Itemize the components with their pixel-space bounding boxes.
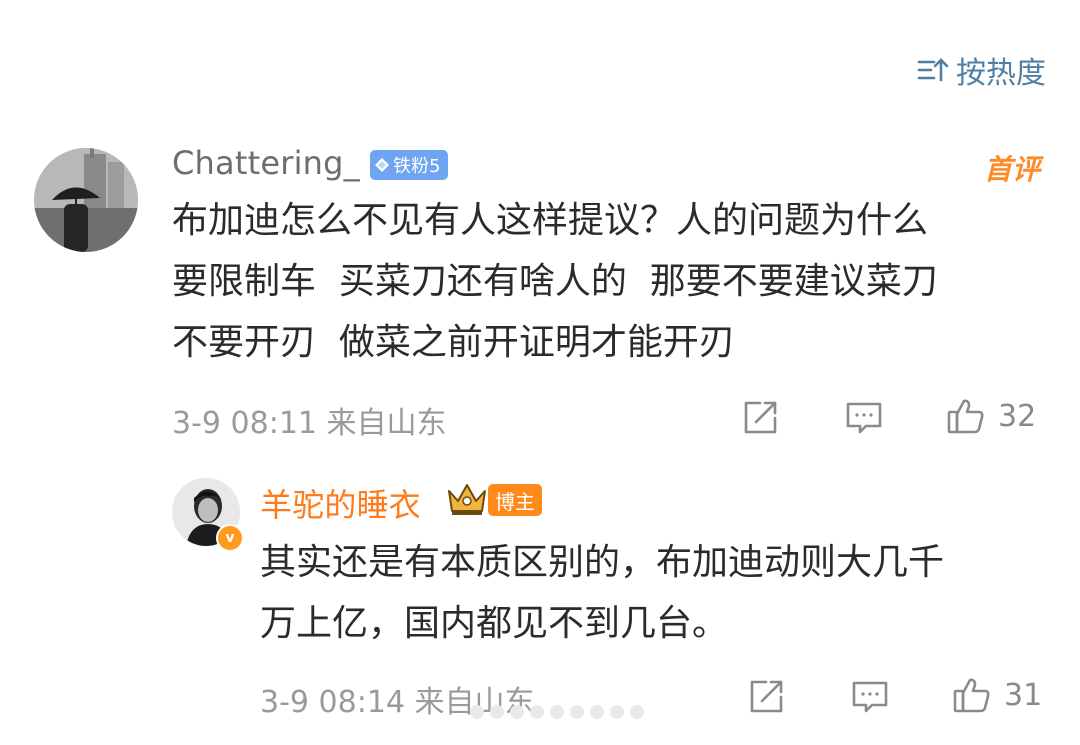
crown-icon <box>448 484 486 515</box>
comment-reply-button[interactable] <box>844 398 884 438</box>
watermark <box>470 705 644 719</box>
comment-icon <box>846 402 882 434</box>
verified-mark: v <box>225 530 235 546</box>
comment-icon <box>852 681 888 713</box>
comment-share-button[interactable] <box>740 398 780 438</box>
sort-by-hot-button[interactable]: 按热度 <box>916 48 1046 92</box>
commenter-avatar[interactable] <box>34 148 138 252</box>
reply-like-button[interactable]: 31 <box>952 675 1042 715</box>
verified-v-icon: v <box>216 524 244 552</box>
share-icon <box>750 680 783 713</box>
reply-comment-button[interactable] <box>850 677 890 717</box>
comment-line: 要限制车 买菜刀还有啥人的 那要不要建议菜刀 <box>172 261 938 302</box>
sort-label: 按热度 <box>956 56 1046 91</box>
thumbs-up-icon <box>947 399 984 434</box>
reply-text: 其实还是有本质区别的，布加迪动则大几千 万上亿，国内都见不到几台。 <box>260 532 944 654</box>
diamond-icon <box>375 158 389 172</box>
comment-meta: 3-9 08:11 来自山东 <box>172 406 447 441</box>
sort-icon <box>917 58 949 82</box>
reply-line: 万上亿，国内都见不到几台。 <box>260 603 729 644</box>
fan-badge-label: 铁粉5 <box>393 156 441 177</box>
share-icon <box>744 401 777 434</box>
replier-username[interactable]: 羊驼的睡衣 <box>260 480 421 526</box>
thumbs-up-icon <box>953 678 990 713</box>
comment-text: 布加迪怎么不见有人这样提议？人的问题为什么 要限制车 买菜刀还有啥人的 那要不要… <box>172 190 938 373</box>
host-badge-label: 博主 <box>495 489 535 514</box>
comment-like-button[interactable]: 32 <box>946 396 1036 436</box>
reply-line: 其实还是有本质区别的，布加迪动则大几千 <box>260 542 945 583</box>
avatar-photo <box>34 148 138 252</box>
reply-share-button[interactable] <box>746 677 786 717</box>
like-count: 31 <box>1004 677 1043 713</box>
commenter-username[interactable]: Chattering_ <box>172 144 360 182</box>
comment-line: 不要开刃 做菜之前开证明才能开刃 <box>172 322 735 363</box>
fan-level-badge[interactable]: 铁粉5 <box>370 150 449 180</box>
first-comment-tag: 首评 <box>983 153 1040 186</box>
host-badge: 博主 <box>488 484 542 516</box>
like-count: 32 <box>998 398 1037 434</box>
comment-line: 布加迪怎么不见有人这样提议？人的问题为什么 <box>172 200 929 241</box>
